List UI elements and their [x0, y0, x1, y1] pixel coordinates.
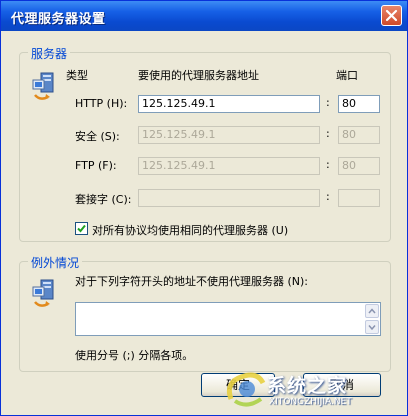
dialog-client: 服务器 类型 要使用的代理服务器地址 端口 HTTP (H): 125.125.… [1, 31, 407, 415]
scroll-up-arrow-icon [368, 308, 376, 314]
ftp-label: FTP (F): [75, 159, 117, 172]
socks-address-input[interactable] [138, 189, 320, 207]
scroll-down-button[interactable] [365, 320, 379, 334]
ftp-address-input[interactable]: 125.125.49.1 [138, 157, 320, 175]
close-icon [385, 9, 398, 22]
watermark-brand: 系统之家 [267, 375, 348, 397]
site-watermark: 系统之家 XITONGZHIJIA.NET [223, 369, 407, 411]
close-button[interactable] [381, 5, 402, 26]
same-proxy-label: 对所有协议均使用相同的代理服务器 (U) [92, 224, 289, 237]
network-computer-icon [32, 72, 54, 100]
column-header-port: 端口 [336, 69, 358, 82]
exceptions-description: 对于下列字符开头的地址不使用代理服务器 (N): [75, 275, 309, 288]
scroll-down-arrow-icon [368, 325, 376, 331]
exceptions-textarea[interactable] [75, 302, 381, 336]
socks-label: 套接字 (C): [75, 193, 132, 206]
column-header-type: 类型 [66, 69, 88, 82]
checkmark-icon [77, 224, 86, 233]
secure-port-input[interactable]: 80 [338, 126, 380, 144]
column-header-address: 要使用的代理服务器地址 [138, 69, 259, 82]
socks-port-separator: : [326, 190, 330, 203]
http-label: HTTP (H): [75, 97, 128, 110]
window-title: 代理服务器设置 [11, 12, 106, 27]
http-address-input[interactable]: 125.125.49.1 [138, 95, 320, 113]
http-port-separator: : [326, 96, 330, 109]
servers-group-title: 服务器 [28, 45, 71, 62]
brand-logo-icon [226, 372, 266, 407]
network-computer-icon [32, 279, 54, 307]
exceptions-group: 例外情况 对于下列字符开头的地址不使用代理服务器 (N): 使用分号 (;) 分… [19, 254, 391, 372]
secure-label: 安全 (S): [75, 130, 120, 143]
scroll-up-button[interactable] [365, 304, 379, 318]
http-port-input[interactable]: 80 [338, 95, 380, 113]
secure-port-separator: : [326, 127, 330, 140]
separator-hint: 使用分号 (;) 分隔各项。 [75, 349, 194, 362]
exceptions-group-title: 例外情况 [28, 254, 83, 271]
same-proxy-checkbox[interactable] [75, 222, 88, 235]
ftp-port-separator: : [326, 158, 330, 171]
proxy-settings-dialog: 代理服务器设置 服务器 类型 要使用的代理服务器地址 端口 HTTP (H): … [0, 0, 408, 416]
watermark-site: XITONGZHIJIA.NET [269, 397, 352, 407]
title-bar[interactable]: 代理服务器设置 [1, 1, 407, 31]
ftp-port-input[interactable]: 80 [338, 157, 380, 175]
servers-group: 服务器 类型 要使用的代理服务器地址 端口 HTTP (H): 125.125.… [19, 45, 391, 242]
secure-address-input[interactable]: 125.125.49.1 [138, 126, 320, 144]
socks-port-input[interactable] [338, 189, 380, 207]
